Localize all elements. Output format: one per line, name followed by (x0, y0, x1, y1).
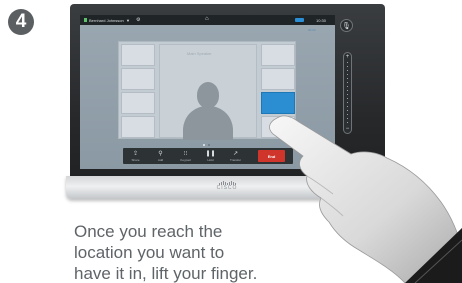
call-duration: 00:00 (308, 28, 316, 32)
share-label: Share (131, 157, 140, 162)
keypad-button[interactable]: ⁝⁝ Keypad (173, 148, 198, 164)
keypad-label: Keypad (180, 157, 191, 162)
pause-icon: ❚❚ (205, 150, 216, 157)
volume-up-icon[interactable]: + (344, 54, 351, 60)
participant-tile[interactable] (121, 44, 155, 66)
share-button[interactable]: ⇪ Share (123, 148, 148, 164)
page-dot (208, 144, 210, 146)
participant-tile[interactable] (261, 68, 295, 90)
user-name[interactable]: Bernhard Johnsson (89, 18, 124, 23)
hold-label: Hold (207, 157, 214, 162)
status-bar: Bernhard Johnsson ▼ ⚙ ⌂ 10:30 (80, 15, 335, 25)
hold-button[interactable]: ❚❚ Hold (198, 148, 223, 164)
microphone-icon: 🎙 (342, 22, 351, 30)
participant-tile[interactable] (121, 92, 155, 114)
clock: 10:30 (316, 18, 327, 23)
keypad-icon: ⁝⁝ (183, 150, 188, 157)
call-status-badge (295, 18, 304, 22)
participant-tile[interactable] (121, 116, 155, 138)
user-menu-caret-icon[interactable]: ▼ (126, 18, 130, 23)
transfer-label: Transfer (229, 157, 242, 162)
settings-gear-icon[interactable]: ⚙ (136, 17, 140, 23)
add-label: Add (157, 157, 164, 162)
pointing-hand-illustration (269, 115, 462, 283)
add-button[interactable]: ⚲ Add (148, 148, 173, 164)
page-indicator (203, 144, 210, 146)
home-icon[interactable]: ⌂ (205, 16, 209, 22)
page-dot (203, 144, 205, 146)
participant-tile[interactable] (261, 44, 295, 66)
avatar-head-icon (197, 82, 219, 108)
presence-indicator (84, 18, 87, 22)
cisco-logo: CISCO (212, 181, 242, 191)
share-icon: ⇪ (132, 150, 139, 157)
participant-tile[interactable] (121, 68, 155, 90)
cisco-logo-text: CISCO (216, 185, 238, 191)
add-participant-icon: ⚲ (158, 150, 163, 157)
transfer-button[interactable]: ↗ Transfer (223, 148, 248, 164)
transfer-icon: ↗ (232, 150, 239, 157)
main-speaker-caption: Main Speaker (187, 51, 212, 56)
microphone-mute-button[interactable]: 🎙 (340, 19, 353, 32)
step-number-badge: 4 (8, 9, 34, 35)
